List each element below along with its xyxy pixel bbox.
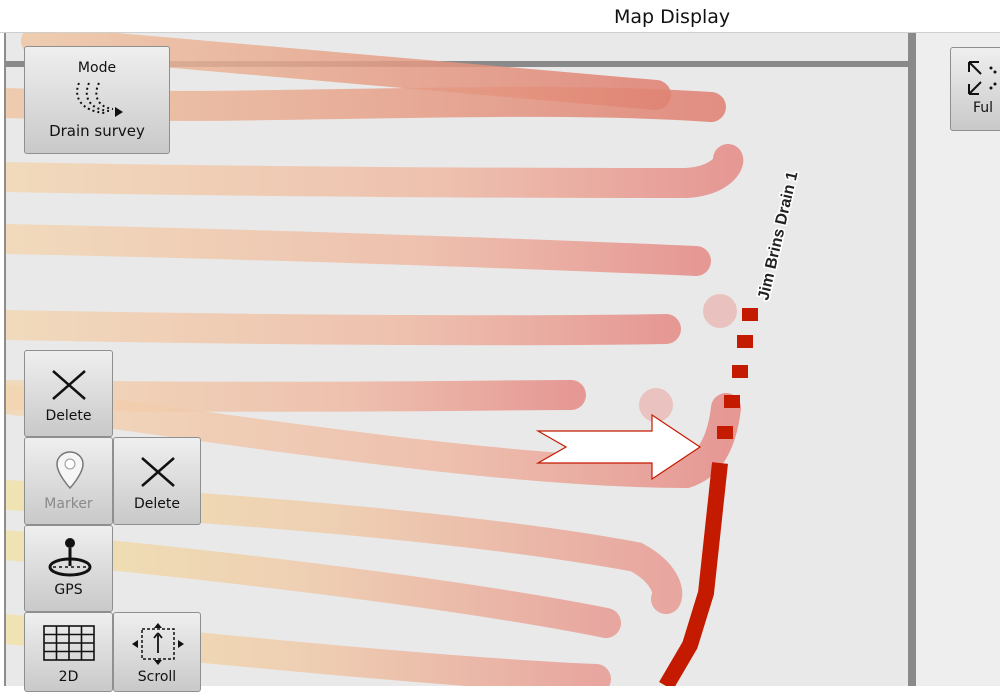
field-boundary-line (908, 33, 916, 686)
view-2d-button[interactable]: 2D (24, 612, 113, 692)
marker-button[interactable]: Marker (24, 437, 113, 525)
drain-node (742, 308, 758, 321)
mode-label: Mode (77, 60, 117, 76)
survey-trail (6, 224, 711, 276)
delete-button[interactable]: Delete (24, 350, 113, 437)
gps-icon (48, 538, 92, 577)
drain-name-label: Jim Brins Drain 1 (755, 170, 801, 302)
survey-trail (6, 144, 744, 199)
move-icon (132, 623, 184, 665)
window-title: Map Display (614, 6, 731, 28)
grid-icon (43, 625, 95, 661)
delete-marker-label: Delete (134, 496, 180, 512)
scroll-button[interactable]: Scroll (113, 612, 201, 692)
survey-trail (6, 310, 681, 346)
view-2d-label: 2D (58, 669, 79, 685)
delete-label: Delete (45, 408, 92, 424)
mode-button[interactable]: Mode Drain survey (24, 46, 170, 154)
fullscreen-button[interactable]: Ful (950, 47, 1000, 131)
close-icon (52, 370, 86, 400)
gps-button[interactable]: GPS (24, 525, 113, 612)
fullscreen-icon (968, 61, 997, 95)
gps-label: GPS (54, 582, 83, 598)
delete-marker-button[interactable]: Delete (113, 437, 201, 525)
fullscreen-label: Ful (973, 100, 994, 116)
drain-node (717, 426, 733, 439)
scroll-label: Scroll (137, 669, 177, 685)
title-bar: Map Display (0, 0, 1000, 33)
drain-survey-icon (76, 82, 123, 117)
survey-point (703, 294, 737, 328)
drain-node (724, 395, 740, 408)
drain-node (732, 365, 748, 378)
survey-point (639, 388, 673, 422)
marker-label: Marker (44, 496, 93, 512)
close-icon (141, 457, 175, 487)
drain-survey-label: Drain survey (49, 122, 145, 140)
drain-node (737, 335, 753, 348)
map-pin-icon (56, 451, 84, 490)
